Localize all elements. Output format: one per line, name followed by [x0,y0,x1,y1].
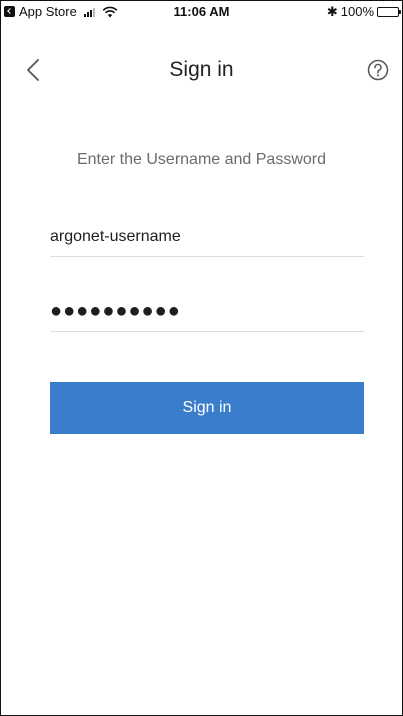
username-field[interactable] [50,217,364,257]
help-button[interactable] [366,58,390,82]
password-field[interactable] [50,292,364,332]
bluetooth-icon: ✱ [326,4,338,19]
sign-in-button[interactable]: Sign in [50,382,364,434]
help-circle-icon [367,59,389,81]
instruction-text: Enter the Username and Password [76,151,326,168]
battery-icon [377,6,401,17]
navigation-bar: Sign in [1,45,402,95]
status-right: ✱ 100% [326,4,401,19]
status-bar: App Store 11:06 AM ✱ 100% [1,1,402,21]
battery-percent: 100% [340,4,374,19]
page-title: Sign in [169,58,234,81]
app-screen: App Store 11:06 AM ✱ 100% Sign in Enter … [0,0,403,716]
